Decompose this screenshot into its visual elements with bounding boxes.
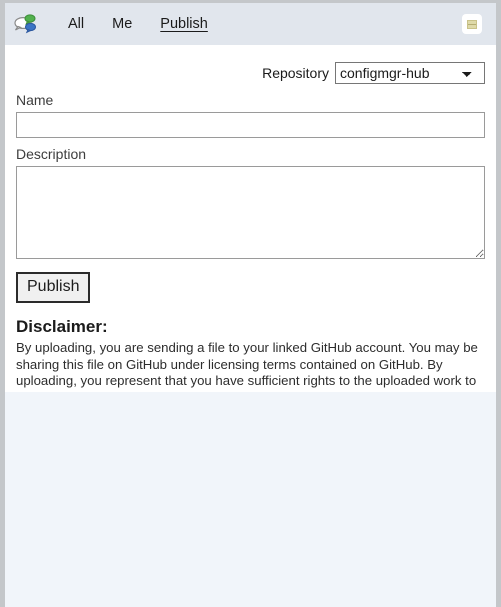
main-nav: All Me Publish [54, 13, 222, 35]
repository-row: Repository configmgr-hub [16, 45, 485, 84]
empty-content-area [5, 392, 496, 607]
window-frame-right [496, 0, 501, 607]
window-content: All Me Publish Repository configmgr-hub … [5, 3, 496, 607]
nav-link-me[interactable]: Me [98, 13, 146, 35]
app-window: All Me Publish Repository configmgr-hub … [0, 0, 501, 607]
note-card-icon [467, 19, 477, 29]
nav-link-publish[interactable]: Publish [146, 13, 222, 35]
description-textarea[interactable] [16, 166, 485, 259]
toolbar: All Me Publish [5, 3, 496, 45]
note-card-icon-button[interactable] [462, 14, 482, 34]
publish-button[interactable]: Publish [16, 272, 91, 303]
repository-label: Repository [262, 65, 329, 81]
nav-link-all[interactable]: All [54, 13, 98, 35]
description-label: Description [16, 146, 87, 162]
name-input[interactable] [16, 112, 485, 138]
repository-select[interactable]: configmgr-hub [335, 62, 485, 84]
publish-form-panel: Repository configmgr-hub Name Descriptio… [5, 45, 496, 421]
chat-bubbles-icon [14, 13, 38, 35]
disclaimer-title: Disclaimer: [16, 317, 108, 336]
name-label: Name [16, 92, 54, 108]
